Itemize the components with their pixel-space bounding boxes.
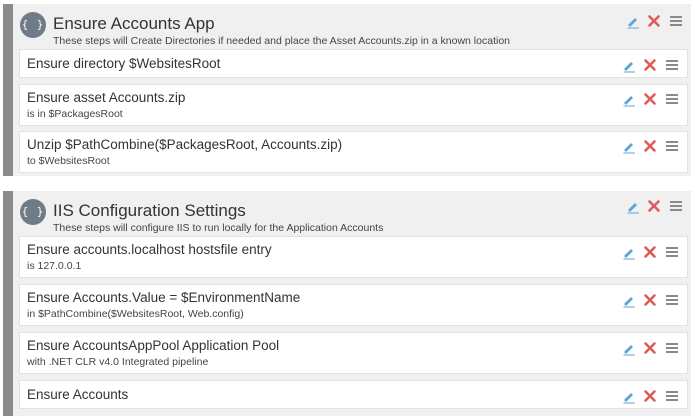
pencil-icon (623, 393, 635, 404)
step-actions (617, 292, 687, 308)
step-unzip[interactable]: Unzip $PathCombine($PackagesRoot, Accoun… (19, 131, 688, 173)
close-icon (644, 294, 656, 306)
braces-icon: { } (20, 199, 46, 225)
step-ensure-directory[interactable]: Ensure directory $WebsitesRoot (19, 49, 688, 78)
step-title: Ensure accounts.localhost hostsfile entr… (27, 242, 272, 257)
pencil-icon (623, 143, 635, 154)
close-icon (644, 59, 656, 71)
step-actions (617, 340, 687, 356)
group-actions (621, 13, 691, 29)
pencil-icon (623, 345, 635, 356)
edit-step-button[interactable] (622, 91, 636, 107)
drag-handle-icon (670, 201, 682, 211)
group-header: { } Ensure Accounts App These steps will… (13, 4, 691, 47)
edit-step-button[interactable] (622, 57, 636, 73)
delete-step-button[interactable] (643, 244, 657, 260)
edit-group-button[interactable] (626, 198, 640, 214)
group-actions (621, 198, 691, 214)
pencil-icon (623, 297, 635, 308)
drag-step-handle[interactable] (665, 388, 679, 404)
group-header: { } IIS Configuration Settings These ste… (13, 191, 691, 234)
edit-step-button[interactable] (622, 388, 636, 404)
edit-step-button[interactable] (622, 292, 636, 308)
step-subtitle: is in $PackagesRoot (27, 108, 123, 120)
delete-step-button[interactable] (643, 340, 657, 356)
step-title: Ensure Accounts (27, 387, 129, 402)
pencil-icon (627, 203, 639, 214)
step-actions (617, 244, 687, 260)
pencil-icon (627, 18, 639, 29)
edit-step-button[interactable] (622, 138, 636, 154)
delete-step-button[interactable] (643, 138, 657, 154)
delete-group-button[interactable] (647, 198, 661, 214)
drag-handle-icon (666, 295, 678, 305)
close-icon (644, 246, 656, 258)
group-title: Ensure Accounts App (53, 14, 215, 33)
step-title: Ensure Accounts.Value = $EnvironmentName (27, 290, 301, 305)
close-icon (644, 140, 656, 152)
group-title: IIS Configuration Settings (53, 201, 246, 220)
drag-group-handle[interactable] (669, 198, 683, 214)
drag-handle-icon (670, 16, 682, 26)
step-title: Ensure asset Accounts.zip (27, 90, 186, 105)
group-description: These steps will Create Directories if n… (53, 35, 511, 47)
drag-step-handle[interactable] (665, 91, 679, 107)
step-hostsfile-entry[interactable]: Ensure accounts.localhost hostsfile entr… (19, 236, 688, 278)
step-subtitle: to $WebsitesRoot (27, 155, 110, 167)
delete-step-button[interactable] (643, 91, 657, 107)
step-group-iis-configuration: { } IIS Configuration Settings These ste… (3, 191, 691, 416)
drag-step-handle[interactable] (665, 244, 679, 260)
step-title: Ensure AccountsAppPool Application Pool (27, 338, 280, 353)
step-title: Ensure directory $WebsitesRoot (27, 56, 221, 71)
delete-step-button[interactable] (643, 57, 657, 73)
step-actions (617, 91, 687, 107)
drag-group-handle[interactable] (669, 13, 683, 29)
drag-step-handle[interactable] (665, 340, 679, 356)
step-app-pool[interactable]: Ensure AccountsAppPool Application Pool … (19, 332, 688, 374)
step-subtitle: is 127.0.0.1 (27, 260, 82, 272)
delete-step-button[interactable] (643, 292, 657, 308)
step-ensure-asset[interactable]: Ensure asset Accounts.zip is in $Package… (19, 84, 688, 126)
step-subtitle: in $PathCombine($WebsitesRoot, Web.confi… (27, 308, 244, 320)
close-icon (644, 390, 656, 402)
drag-handle-icon (666, 60, 678, 70)
drag-handle-icon (666, 141, 678, 151)
step-actions (617, 388, 687, 404)
delete-group-button[interactable] (647, 13, 661, 29)
close-icon (644, 93, 656, 105)
step-group-ensure-accounts-app: { } Ensure Accounts App These steps will… (3, 4, 691, 176)
drag-handle-icon (666, 247, 678, 257)
drag-step-handle[interactable] (665, 292, 679, 308)
edit-step-button[interactable] (622, 340, 636, 356)
pencil-icon (623, 96, 635, 107)
drag-step-handle[interactable] (665, 138, 679, 154)
edit-step-button[interactable] (622, 244, 636, 260)
close-icon (644, 342, 656, 354)
step-title: Unzip $PathCombine($PackagesRoot, Accoun… (27, 137, 343, 152)
drag-handle-icon (666, 391, 678, 401)
group-description: These steps will configure IIS to run lo… (53, 222, 384, 234)
step-subtitle: with .NET CLR v4.0 Integrated pipeline (27, 356, 209, 368)
drag-step-handle[interactable] (665, 57, 679, 73)
close-icon (648, 200, 660, 212)
delete-step-button[interactable] (643, 388, 657, 404)
drag-handle-icon (666, 94, 678, 104)
pencil-icon (623, 62, 635, 73)
step-actions (617, 138, 687, 154)
step-ensure-accounts[interactable]: Ensure Accounts (19, 380, 688, 409)
drag-handle-icon (666, 343, 678, 353)
step-config-value[interactable]: Ensure Accounts.Value = $EnvironmentName… (19, 284, 688, 326)
edit-group-button[interactable] (626, 13, 640, 29)
close-icon (648, 15, 660, 27)
braces-icon: { } (20, 12, 46, 38)
pencil-icon (623, 249, 635, 260)
step-actions (617, 57, 687, 73)
